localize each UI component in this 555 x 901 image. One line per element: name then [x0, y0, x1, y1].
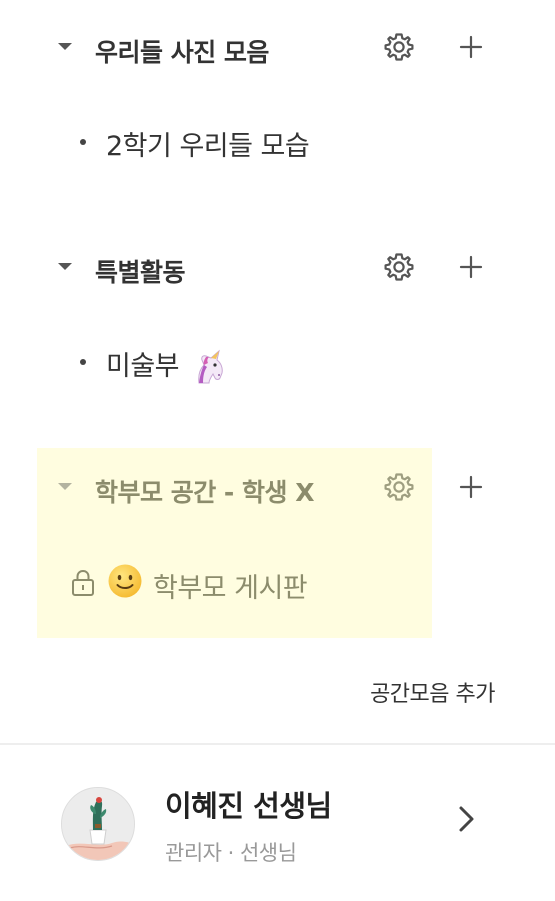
section-title: 특별활동: [95, 258, 186, 287]
gear-icon[interactable]: [383, 251, 415, 283]
plus-icon[interactable]: [455, 251, 487, 283]
lock-icon: [72, 569, 94, 596]
avatar-image: [62, 788, 134, 860]
profile-role: 관리자 · 선생님: [165, 841, 297, 865]
list-item-label: 미술부: [106, 344, 227, 387]
plus-icon[interactable]: [455, 31, 487, 63]
plus-icon[interactable]: [455, 471, 487, 503]
section-title: 우리들 사진 모음: [95, 38, 269, 67]
add-group-button[interactable]: 공간모음 추가: [370, 676, 495, 708]
gear-icon[interactable]: [383, 31, 415, 63]
list-item[interactable]: 미술부: [0, 336, 555, 386]
bullet: [80, 139, 86, 145]
section-header-photos[interactable]: 우리들 사진 모음: [0, 27, 555, 67]
profile-name: 이혜진 선생님: [165, 789, 332, 823]
list-item-label: 학부모 게시판: [153, 573, 308, 604]
section-header-parents[interactable]: 학부모 공간 - 학생 X: [0, 467, 555, 507]
list-item-text: 미술부: [106, 351, 180, 382]
caret-down-icon[interactable]: [58, 43, 72, 50]
avatar: [61, 787, 135, 861]
section-title: 학부모 공간 - 학생 X: [95, 478, 314, 507]
caret-down-icon[interactable]: [58, 483, 72, 490]
chevron-right-icon[interactable]: [455, 803, 479, 835]
bullet: [80, 359, 86, 365]
list-item[interactable]: 학부모 게시판: [0, 560, 555, 604]
sidebar-panel: 우리들 사진 모음 2학기 우리들 모습 특별활동 미술부 학부모 공간 - 학…: [0, 0, 555, 901]
unicorn-icon: [198, 349, 223, 383]
profile-row[interactable]: 이혜진 선생님 관리자 · 선생님: [0, 745, 555, 901]
gear-icon[interactable]: [383, 471, 415, 503]
caret-down-icon[interactable]: [58, 263, 72, 270]
list-item[interactable]: 2학기 우리들 모습: [0, 116, 555, 166]
slightly-smiling-face-icon: [108, 564, 142, 598]
list-item-label: 2학기 우리들 모습: [106, 131, 310, 162]
section-header-activities[interactable]: 특별활동: [0, 247, 555, 287]
